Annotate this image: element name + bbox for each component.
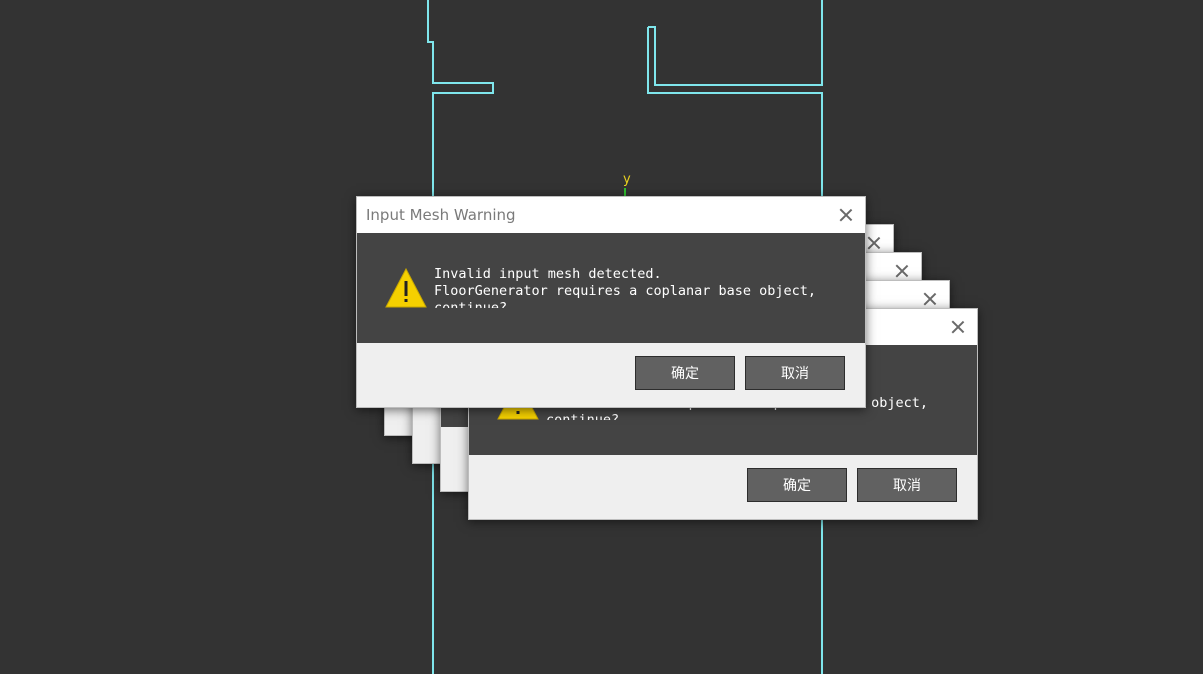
message-area: Invalid input mesh detected.FloorGenerat…	[357, 233, 865, 343]
message-line: continue?	[434, 300, 508, 308]
dialog-footer: 确定 取消	[357, 343, 865, 407]
y-axis-gizmo	[624, 188, 626, 196]
dialog-message: Invalid input mesh detected.FloorGenerat…	[434, 266, 854, 308]
message-line: Invalid input mesh detected.	[434, 266, 662, 282]
warning-icon	[385, 267, 427, 308]
y-axis-label: y	[623, 172, 631, 187]
dialog-footer: 确定 取消	[469, 455, 977, 519]
dialog-titlebar[interactable]: Input Mesh Warning	[357, 197, 865, 233]
close-icon[interactable]	[833, 202, 859, 228]
cancel-button[interactable]: 取消	[745, 356, 845, 390]
cancel-button[interactable]: 取消	[857, 468, 957, 502]
ok-button[interactable]: 确定	[747, 468, 847, 502]
ok-button[interactable]: 确定	[635, 356, 735, 390]
message-line: FloorGenerator requires a coplanar base …	[434, 283, 817, 299]
warning-dialog-front: Input Mesh Warning Invalid input mesh de…	[356, 196, 866, 408]
close-icon[interactable]	[945, 314, 971, 340]
message-line: continue?	[546, 412, 620, 420]
dialog-title: Input Mesh Warning	[366, 206, 516, 224]
